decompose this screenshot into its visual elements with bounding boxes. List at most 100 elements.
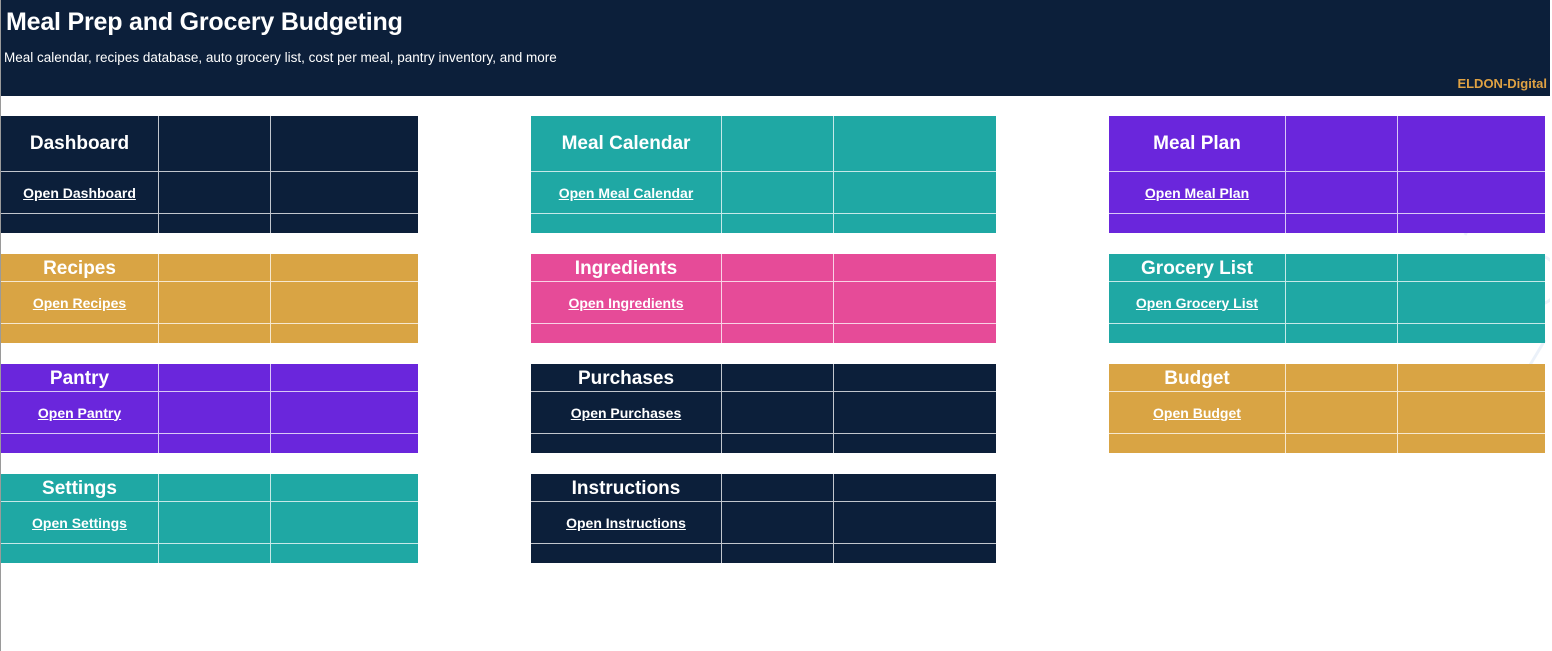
- card-cell: [834, 502, 996, 544]
- card-cell: [531, 214, 722, 233]
- card-cell: [271, 172, 418, 214]
- card-cell: [159, 324, 271, 343]
- card-cell: Open Meal Calendar: [531, 172, 722, 214]
- card-cell: [1, 214, 159, 233]
- card-cell: [271, 324, 418, 343]
- instructions-card: Instructions Open Instructions: [531, 474, 996, 563]
- header-banner: Meal Prep and Grocery Budgeting Meal cal…: [1, 0, 1550, 96]
- card-cell: Open Purchases: [531, 392, 722, 434]
- card-cell: [271, 544, 418, 563]
- open-pantry-link[interactable]: Open Pantry: [38, 405, 121, 421]
- card-cell: [1109, 324, 1286, 343]
- dashboard-card-title: Dashboard: [1, 116, 159, 172]
- card-cell: [722, 434, 834, 453]
- card-cell: [271, 502, 418, 544]
- meal-calendar-card-title: Meal Calendar: [531, 116, 722, 172]
- card-cell: [159, 254, 271, 282]
- card-cell: [834, 254, 996, 282]
- card-cell: [722, 324, 834, 343]
- card-cell: [271, 474, 418, 502]
- card-cell: [1398, 214, 1545, 233]
- card-cell: [271, 116, 418, 172]
- open-dashboard-link[interactable]: Open Dashboard: [23, 185, 136, 201]
- card-cell: [834, 474, 996, 502]
- card-cell: [834, 282, 996, 324]
- card-cell: [1398, 392, 1545, 434]
- open-recipes-link[interactable]: Open Recipes: [33, 295, 126, 311]
- card-cell: Open Pantry: [1, 392, 159, 434]
- card-cell: [722, 364, 834, 392]
- card-cell: [1398, 434, 1545, 453]
- purchases-card-title: Purchases: [531, 364, 722, 392]
- card-cell: Open Settings: [1, 502, 159, 544]
- card-cell: [1398, 254, 1545, 282]
- open-purchases-link[interactable]: Open Purchases: [571, 405, 682, 421]
- card-cell: [1109, 434, 1286, 453]
- card-cell: [271, 392, 418, 434]
- card-cell: [834, 172, 996, 214]
- card-cell: [722, 474, 834, 502]
- card-cell: [834, 364, 996, 392]
- card-cell: Open Meal Plan: [1109, 172, 1286, 214]
- open-meal-calendar-link[interactable]: Open Meal Calendar: [559, 185, 694, 201]
- card-cell: [159, 116, 271, 172]
- card-cell: [834, 392, 996, 434]
- card-cell: [271, 254, 418, 282]
- meal-plan-card-title: Meal Plan: [1109, 116, 1286, 172]
- card-cell: [834, 116, 996, 172]
- card-cell: [159, 282, 271, 324]
- open-grocery-list-link[interactable]: Open Grocery List: [1136, 295, 1258, 311]
- card-cell: [1109, 214, 1286, 233]
- ingredients-card-title: Ingredients: [531, 254, 722, 282]
- grocery-list-card-title: Grocery List: [1109, 254, 1286, 282]
- card-cell: [1, 544, 159, 563]
- open-settings-link[interactable]: Open Settings: [32, 515, 127, 531]
- card-cell: [722, 254, 834, 282]
- open-instructions-link[interactable]: Open Instructions: [566, 515, 686, 531]
- card-cell: [1286, 392, 1398, 434]
- card-cell: Open Recipes: [1, 282, 159, 324]
- page-subtitle: Meal calendar, recipes database, auto gr…: [4, 50, 557, 65]
- ingredients-card: Ingredients Open Ingredients: [531, 254, 996, 343]
- card-cell: [1286, 324, 1398, 343]
- pantry-card: Pantry Open Pantry: [1, 364, 418, 453]
- card-cell: [1398, 364, 1545, 392]
- card-cell: [722, 282, 834, 324]
- open-ingredients-link[interactable]: Open Ingredients: [568, 295, 683, 311]
- brand-label: ELDON-Digital: [1457, 76, 1547, 91]
- card-cell: [722, 502, 834, 544]
- card-cell: Open Instructions: [531, 502, 722, 544]
- card-cell: [159, 392, 271, 434]
- card-cell: Open Grocery List: [1109, 282, 1286, 324]
- card-cell: [271, 214, 418, 233]
- card-cell: [834, 214, 996, 233]
- card-cell: [722, 172, 834, 214]
- instructions-card-title: Instructions: [531, 474, 722, 502]
- page-title: Meal Prep and Grocery Budgeting: [6, 8, 403, 36]
- open-meal-plan-link[interactable]: Open Meal Plan: [1145, 185, 1249, 201]
- card-cell: [1398, 116, 1545, 172]
- card-cell: [834, 324, 996, 343]
- card-cell: [834, 544, 996, 563]
- card-cell: [531, 434, 722, 453]
- purchases-card: Purchases Open Purchases: [531, 364, 996, 453]
- meal-calendar-card: Meal Calendar Open Meal Calendar: [531, 116, 996, 233]
- card-cell: [1286, 282, 1398, 324]
- card-cell: [722, 544, 834, 563]
- card-cell: [1398, 172, 1545, 214]
- card-cell: [1, 324, 159, 343]
- card-cell: [159, 172, 271, 214]
- open-budget-link[interactable]: Open Budget: [1153, 405, 1241, 421]
- card-cell: [159, 434, 271, 453]
- card-cell: [159, 214, 271, 233]
- card-cell: [1286, 364, 1398, 392]
- budget-card: Budget Open Budget: [1109, 364, 1545, 453]
- grocery-list-card: Grocery List Open Grocery List: [1109, 254, 1545, 343]
- card-cell: [722, 214, 834, 233]
- card-cell: [1398, 324, 1545, 343]
- card-cell: [1286, 172, 1398, 214]
- card-cell: [1286, 214, 1398, 233]
- card-cell: [531, 544, 722, 563]
- card-cell: [722, 116, 834, 172]
- card-cell: Open Dashboard: [1, 172, 159, 214]
